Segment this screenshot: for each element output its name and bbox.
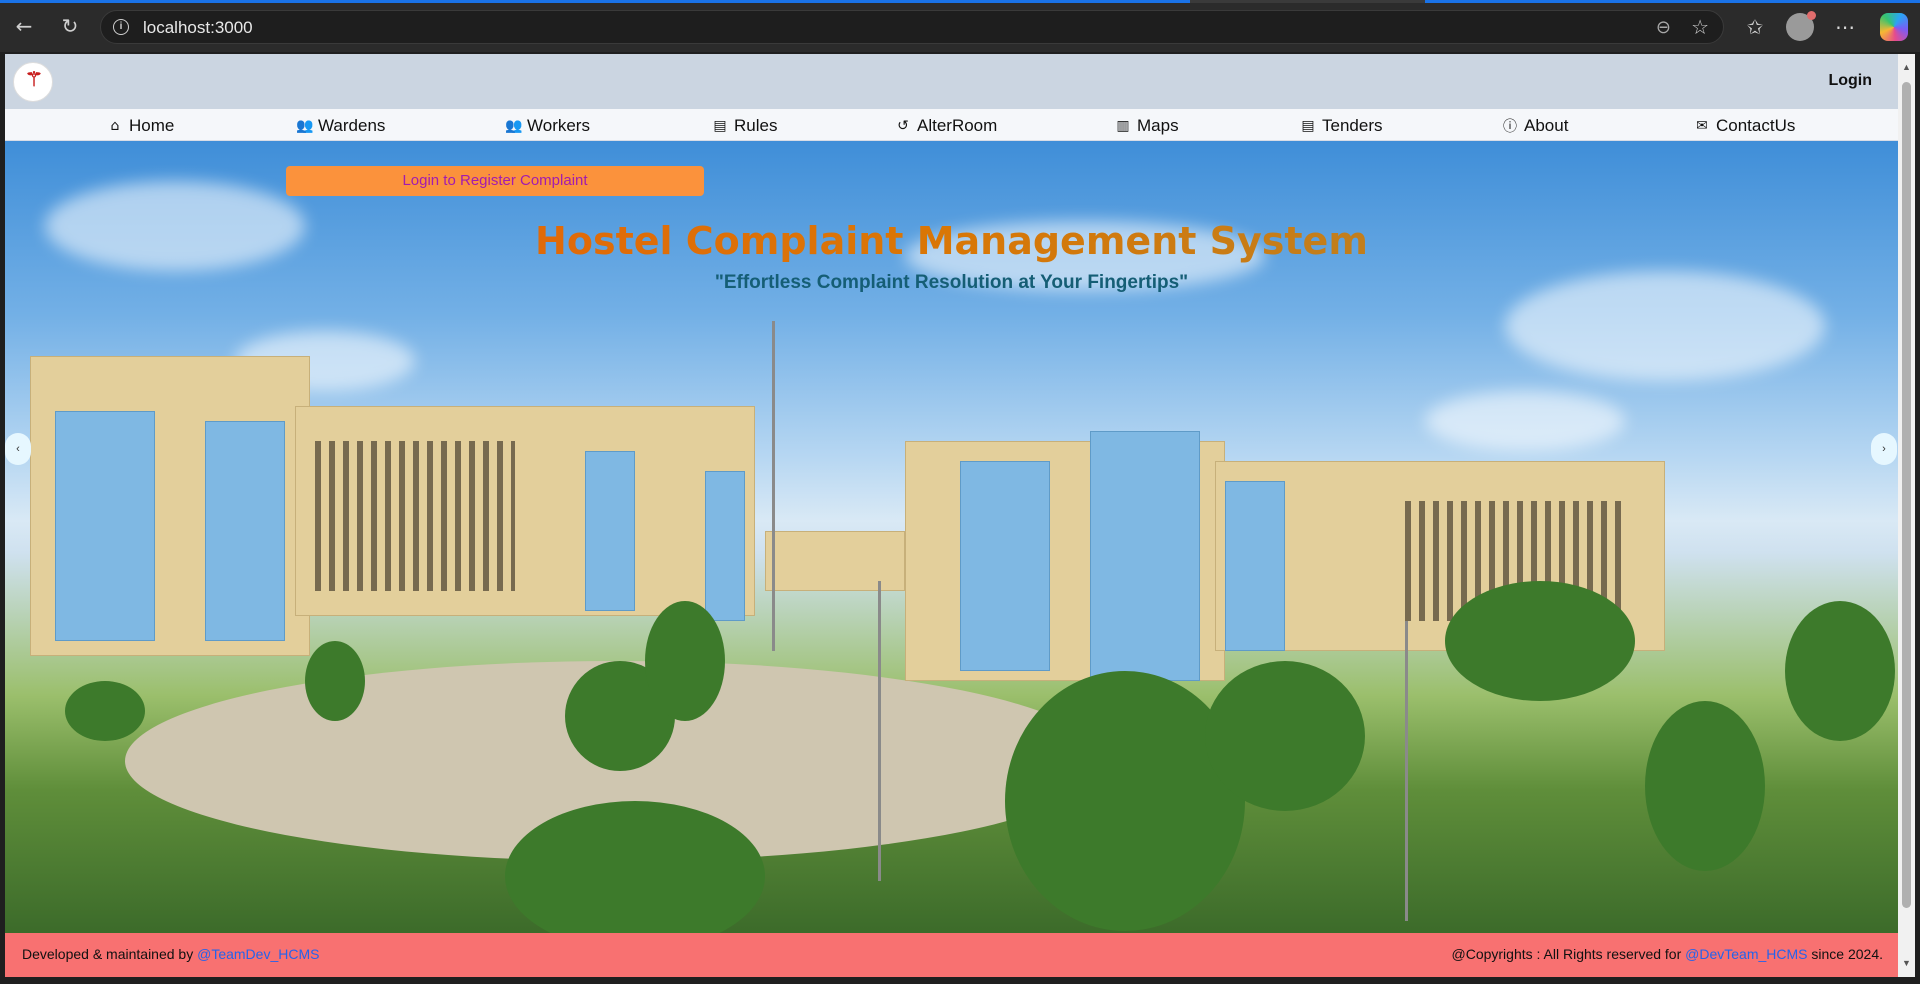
tree: [65, 681, 145, 741]
page-viewport: ⚚ Login ⌂ Home 👥 Wardens 👥 Workers ▤ Rul…: [5, 54, 1898, 977]
user-group-icon: 👥: [296, 118, 314, 134]
nav-label: Wardens: [318, 116, 386, 135]
distant-building: [765, 531, 905, 591]
tree: [305, 641, 365, 721]
hero-subtitle: "Effortless Complaint Resolution at Your…: [714, 272, 1189, 293]
login-link[interactable]: Login: [1828, 72, 1872, 90]
document-icon: ▤: [713, 118, 727, 134]
map-icon: ▥: [1116, 118, 1130, 134]
info-icon[interactable]: i: [113, 19, 129, 35]
address-bar[interactable]: i localhost:3000 ⊖ ☆: [100, 10, 1724, 44]
nav-label: ContactUs: [1716, 116, 1796, 135]
carousel-prev-button[interactable]: ‹: [5, 433, 31, 465]
light-pole: [1405, 621, 1408, 921]
browser-toolbar: ← ↻ i localhost:3000 ⊖ ☆ ✩ ⋯: [0, 0, 1920, 52]
building-mural: [55, 411, 155, 641]
nav-item-home[interactable]: ⌂ Home: [107, 115, 175, 137]
building-mural: [960, 461, 1050, 671]
nav-label: Workers: [527, 116, 590, 135]
nav-item-tenders[interactable]: ▤ Tenders: [1300, 115, 1382, 137]
cloud: [1425, 391, 1625, 451]
mail-icon: ✉: [1696, 118, 1708, 134]
copilot-icon[interactable]: [1880, 13, 1908, 41]
light-pole: [772, 321, 775, 651]
footer-credit: Developed & maintained by @TeamDev_HCMS: [22, 946, 319, 962]
file-text-icon: ▤: [1301, 118, 1315, 134]
favorites-icon[interactable]: ✩: [1740, 12, 1770, 42]
nav-item-about[interactable]: ⓘ About: [1502, 115, 1568, 137]
url-text[interactable]: localhost:3000: [143, 18, 253, 38]
nav-label: AlterRoom: [917, 116, 998, 135]
tree: [645, 601, 725, 721]
tree: [1445, 581, 1635, 701]
register-complaint-button[interactable]: Login to Register Complaint: [286, 166, 704, 196]
nav-label: Home: [129, 116, 175, 135]
nav-item-contactus[interactable]: ✉ ContactUs: [1694, 115, 1795, 137]
tab-strip-accent: [0, 0, 1920, 3]
site-footer: Developed & maintained by @TeamDev_HCMS …: [5, 933, 1898, 977]
tree: [1645, 701, 1765, 871]
tree: [1205, 661, 1365, 811]
info-circle-icon: ⓘ: [1503, 119, 1517, 135]
scroll-down-icon[interactable]: ▼: [1901, 958, 1912, 968]
back-icon[interactable]: ←: [10, 12, 38, 40]
nav-item-alterroom[interactable]: ↺ AlterRoom: [895, 115, 997, 137]
team-link[interactable]: @TeamDev_HCMS: [197, 946, 319, 962]
site-logo[interactable]: ⚚: [13, 62, 53, 102]
site-header: ⚚ Login: [5, 54, 1898, 109]
scrollbar-thumb[interactable]: [1902, 82, 1911, 908]
copyright-text: @Copyrights : All Rights reserved for: [1451, 946, 1686, 962]
users-icon: 👥: [505, 118, 523, 134]
home-icon: ⌂: [110, 118, 120, 134]
footer-copyright: @Copyrights : All Rights reserved for @D…: [1452, 946, 1884, 962]
profile-avatar[interactable]: [1786, 11, 1816, 41]
history-icon: ↺: [897, 118, 909, 134]
nav-label: About: [1524, 116, 1569, 135]
footer-credit-text: Developed & maintained by: [22, 946, 198, 962]
nav-item-maps[interactable]: ▥ Maps: [1115, 115, 1179, 137]
building-mural: [205, 421, 285, 641]
logo-figure-icon: ⚚: [25, 69, 43, 91]
hero-title: Hostel Complaint Management System: [5, 219, 1898, 263]
nav-label: Maps: [1137, 116, 1179, 135]
building-mural: [705, 471, 745, 621]
refresh-icon[interactable]: ↻: [56, 12, 84, 40]
nav-label: Tenders: [1322, 116, 1383, 135]
tab-accent-segment: [0, 0, 1190, 3]
light-pole: [878, 581, 881, 881]
carousel-next-button[interactable]: ›: [1871, 433, 1897, 465]
scroll-up-icon[interactable]: ▲: [1901, 62, 1912, 72]
nav-label: Rules: [734, 116, 778, 135]
zoom-icon[interactable]: ⊖: [1656, 17, 1671, 38]
star-icon[interactable]: ☆: [1691, 15, 1709, 39]
main-navbar: ⌂ Home 👥 Wardens 👥 Workers ▤ Rules ↺ Alt…: [5, 109, 1898, 141]
tree: [1785, 601, 1895, 741]
tab-accent-segment: [1425, 0, 1920, 3]
more-icon[interactable]: ⋯: [1830, 12, 1860, 42]
building-windows: [315, 441, 515, 591]
copyright-year: since 2024.: [1807, 946, 1883, 962]
nav-item-wardens[interactable]: 👥 Wardens: [296, 115, 385, 137]
hero-carousel: Login to Register Complaint Hostel Compl…: [5, 141, 1898, 933]
nav-item-rules[interactable]: ▤ Rules: [712, 115, 777, 137]
nav-item-workers[interactable]: 👥 Workers: [505, 115, 590, 137]
devteam-link[interactable]: @DevTeam_HCMS: [1685, 946, 1807, 962]
building-mural: [1090, 431, 1200, 681]
page-scrollbar[interactable]: ▲ ▼: [1898, 54, 1915, 977]
building-mural: [1225, 481, 1285, 651]
building-mural: [585, 451, 635, 611]
